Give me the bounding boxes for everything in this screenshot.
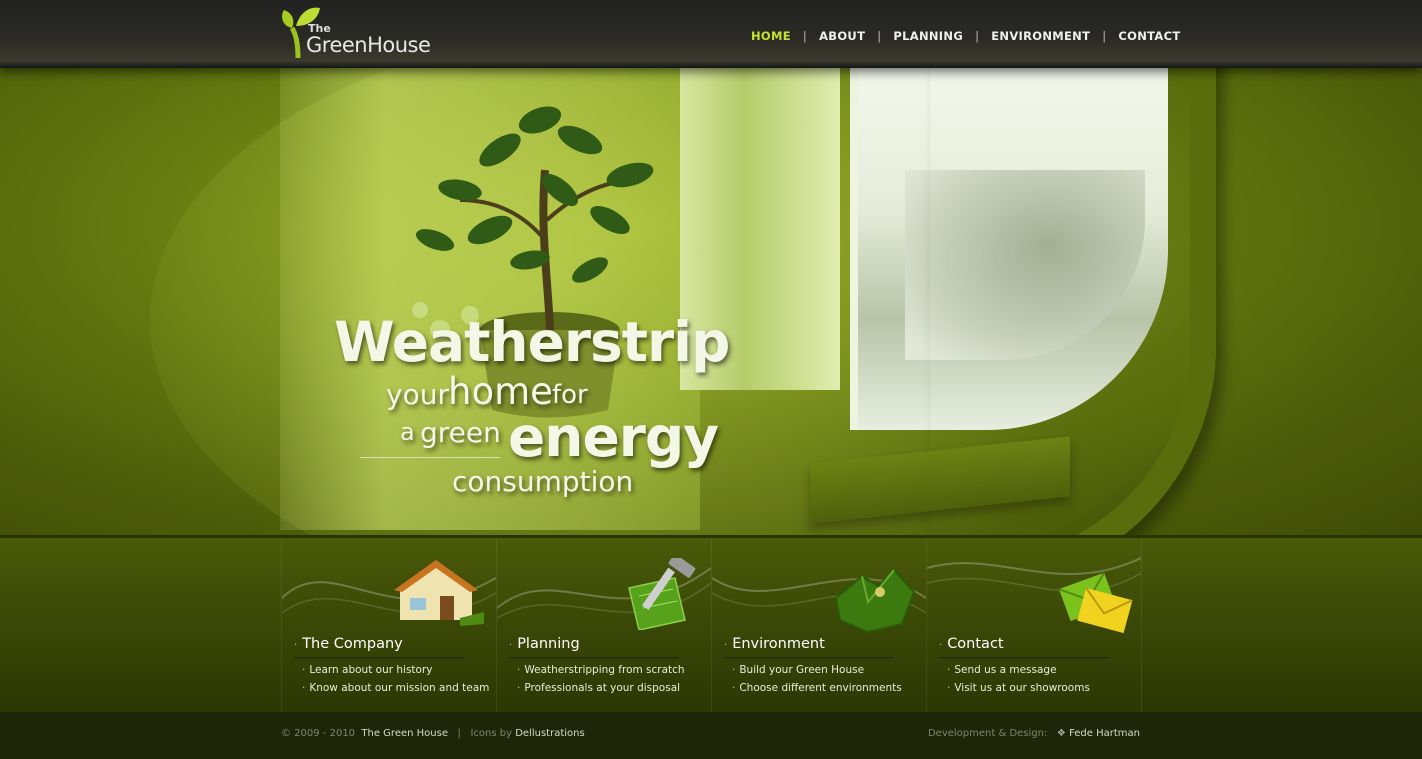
footer-separator: | (457, 728, 461, 739)
feature-link[interactable]: · Visit us at our showrooms (947, 682, 1090, 694)
icons-author-link[interactable]: Dellustrations (515, 728, 584, 739)
hero-word: a (400, 418, 415, 446)
house-icon[interactable] (390, 558, 484, 628)
footer-dev: Development & Design: ❖ Fede Hartman (928, 728, 1140, 739)
nav-planning[interactable]: PLANNING (893, 29, 963, 43)
blueprint-hammer-icon[interactable] (625, 558, 701, 630)
feature-link[interactable]: · Know about our mission and team (302, 682, 489, 694)
nav-home[interactable]: HOME (751, 29, 791, 43)
feature-link[interactable]: · Professionals at your disposal (517, 682, 680, 694)
nav-separator: | (877, 29, 882, 43)
nav-about[interactable]: ABOUT (819, 29, 865, 43)
feature-link[interactable]: · Choose different environments (732, 682, 902, 694)
site-footer: © 2009 - 2010 The Green House | Icons by… (0, 712, 1422, 759)
feature-contact: · Contact · Send us a message · Visit us at… (926, 538, 1142, 715)
feature-title[interactable]: · Planning (509, 636, 580, 652)
landscape-icon[interactable] (832, 562, 916, 634)
feature-environment: · Environment · Build your Green House · Ch… (711, 538, 926, 715)
dev-logo-icon: ❖ (1056, 728, 1066, 739)
nav-separator: | (1102, 29, 1107, 43)
feature-divider (724, 657, 894, 659)
feature-title[interactable]: · The Company (294, 636, 403, 652)
hero-divider (360, 457, 500, 458)
dev-label: Development & Design: (927, 728, 1048, 739)
feature-divider (294, 657, 464, 659)
feature-planning: · Planning · Weatherstripping from scratch… (496, 538, 711, 715)
copyright-text: © 2009 - 2010 (281, 728, 356, 739)
nav-contact[interactable]: CONTACT (1118, 29, 1180, 43)
footer-credits: © 2009 - 2010 The Green House | Icons by… (281, 728, 585, 739)
hero-word: green (420, 416, 501, 449)
feature-company: · The Company · Learn about our history · K… (281, 538, 496, 715)
icons-by-label: Icons by (470, 728, 513, 739)
nav-separator: | (975, 29, 980, 43)
main-nav: HOME | ABOUT | PLANNING | ENVIRONMENT | … (751, 29, 1181, 43)
hero-word: your (386, 378, 449, 411)
feature-divider (939, 657, 1109, 659)
feature-link[interactable]: · Send us a message (947, 664, 1057, 676)
feature-link[interactable]: · Learn about our history (302, 664, 433, 676)
site-header: The GreenHouse HOME | ABOUT | PLANNING |… (0, 0, 1422, 68)
nav-environment[interactable]: ENVIRONMENT (991, 29, 1090, 43)
hero-headline: Weatherstrip (334, 310, 730, 374)
feature-link[interactable]: · Build your Green House (732, 664, 864, 676)
feature-divider (509, 657, 679, 659)
feature-title[interactable]: · Contact (939, 636, 1004, 652)
site-logo[interactable]: The GreenHouse (280, 4, 440, 60)
feature-title[interactable]: · Environment (724, 636, 825, 652)
logo-name-text: GreenHouse (306, 33, 431, 57)
nav-separator: | (802, 29, 808, 43)
feature-link[interactable]: · Weatherstripping from scratch (517, 664, 685, 676)
hero-banner: Weatherstrip your home for a green energ… (0, 60, 1422, 535)
hero-word: consumption (452, 465, 634, 498)
dev-name-link[interactable]: Fede Hartman (1069, 728, 1140, 739)
hero-word: energy (508, 405, 719, 469)
feature-strip: · The Company · Learn about our history · K… (0, 535, 1422, 715)
envelope-icon[interactable] (1057, 566, 1133, 636)
footer-site-name[interactable]: The Green House (361, 728, 448, 739)
